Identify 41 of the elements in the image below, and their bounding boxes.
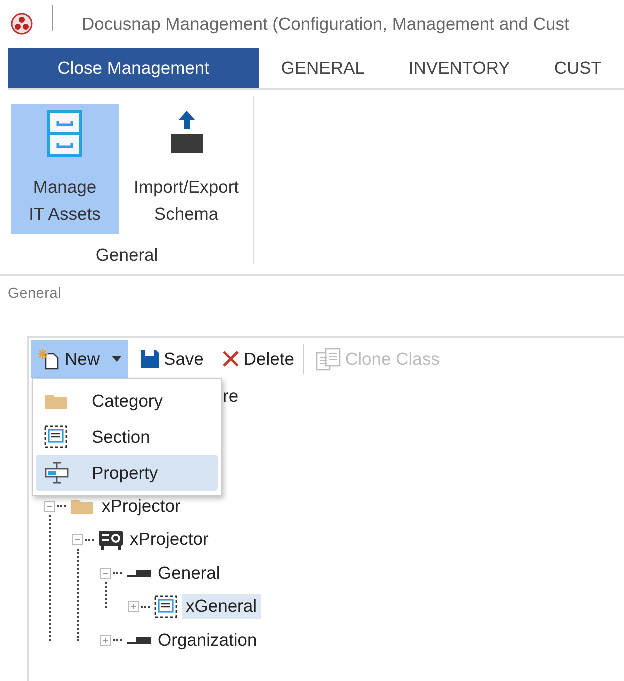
toolbar-button[interactable]: New — [31, 340, 128, 378]
bar-icon — [126, 567, 152, 580]
projector-icon — [98, 528, 124, 551]
app-logo-icon — [11, 13, 33, 35]
cabinet-icon — [47, 110, 83, 158]
group-label: General — [96, 245, 158, 266]
window-title: Docusnap Management (Configuration, Management and Cust — [82, 14, 570, 34]
menu-item[interactable]: Category — [36, 383, 218, 419]
ribbon-tab[interactable]: INVENTORY — [386, 48, 532, 88]
tree-item[interactable]: re — [219, 384, 243, 410]
section-icon — [44, 425, 68, 449]
section-icon — [154, 594, 178, 619]
expand-toggle[interactable] — [128, 601, 139, 612]
collapse-toggle[interactable] — [44, 500, 55, 512]
ribbon-tab[interactable]: GENERAL — [259, 48, 387, 88]
collapse-toggle[interactable] — [100, 568, 111, 579]
property-icon — [44, 462, 70, 484]
bar-icon — [126, 634, 152, 646]
tree-item[interactable]: Organization — [154, 628, 262, 653]
close-management-button[interactable]: Close Management — [8, 48, 260, 88]
expand-toggle[interactable] — [100, 634, 111, 646]
toolbar-button[interactable]: Delete — [216, 340, 300, 378]
tree-item[interactable]: xGeneral — [182, 594, 262, 620]
ribbon-button[interactable]: Import/Export Schema — [130, 104, 244, 234]
new-document-icon — [37, 348, 61, 370]
upload-icon — [168, 110, 205, 154]
caret-icon — [112, 356, 122, 362]
save-icon — [140, 349, 160, 369]
collapse-toggle[interactable] — [72, 534, 83, 546]
menu-item[interactable]: Section — [36, 419, 218, 455]
section-label: General — [7, 285, 63, 302]
toolbar-button[interactable]: Save — [134, 340, 210, 378]
ribbon-button[interactable]: Manage IT Assets — [11, 104, 119, 234]
tree-item[interactable]: xProjector — [126, 527, 213, 552]
tree-item[interactable]: General — [154, 560, 224, 586]
folder-icon — [44, 392, 68, 410]
ribbon-tab[interactable]: CUST — [532, 48, 624, 88]
menu-item[interactable]: Property — [36, 455, 218, 491]
delete-icon — [222, 350, 240, 368]
tree-item[interactable]: xProjector — [98, 494, 185, 519]
clone-icon — [316, 347, 342, 371]
